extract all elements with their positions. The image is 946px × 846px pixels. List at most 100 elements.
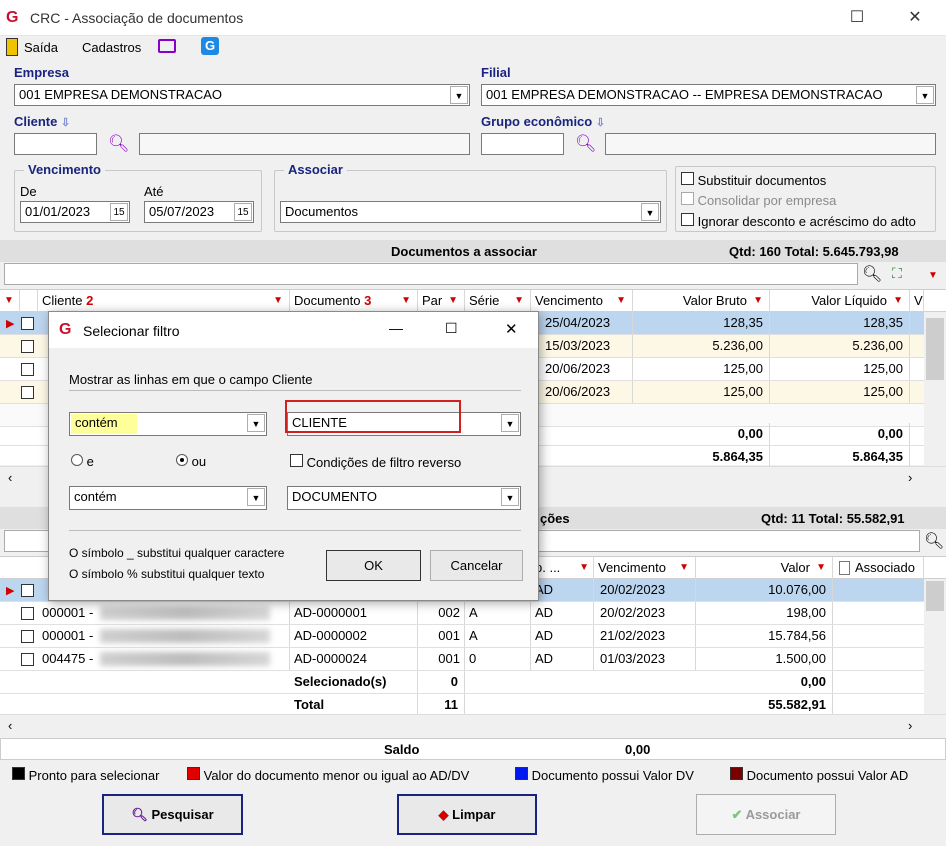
header-valor-bruto[interactable]: Valor Bruto ▼ — [633, 290, 770, 312]
row-checkbox[interactable] — [21, 386, 34, 399]
table-row[interactable]: 000001 - AD-0000002 001 A AD 21/02/2023 … — [0, 625, 924, 648]
value2-select[interactable]: DOCUMENTO ▼ — [287, 486, 521, 510]
chevron-down-icon: ▼ — [641, 203, 659, 221]
filial-select[interactable]: 001 EMPRESA DEMONSTRACAO -- EMPRESA DEMO… — [481, 84, 936, 106]
search-icon[interactable]: 🔍︎ — [862, 264, 882, 284]
menu-saida[interactable]: Saída — [24, 40, 58, 55]
docs-search-input[interactable] — [4, 263, 858, 285]
header-serie[interactable]: Série ▼ — [465, 290, 531, 312]
redacted-name — [100, 652, 270, 666]
header-par[interactable]: Par ▼ — [418, 290, 465, 312]
hint-percent: O símbolo % substitui qualquer texto — [69, 567, 265, 581]
hint-underscore: O símbolo _ substitui qualquer caractere — [69, 546, 285, 560]
consolidar-option[interactable]: Consolidar por empresa — [681, 192, 836, 208]
maximize-button[interactable]: ☐ — [445, 320, 458, 337]
window-title: CRC - Associação de documentos — [30, 10, 244, 26]
app-g-icon[interactable]: G — [201, 37, 219, 55]
row-checkbox[interactable] — [21, 363, 34, 376]
monitor-icon[interactable] — [158, 39, 176, 53]
filter-dialog: G Selecionar filtro — ☐ ✕ Mostrar as lin… — [48, 311, 539, 601]
row-checkbox[interactable] — [21, 584, 34, 597]
current-row-icon: ▶ — [6, 318, 15, 330]
substituir-option[interactable]: Substituir documentos — [681, 172, 826, 188]
highlight-box — [285, 400, 461, 433]
empresa-select[interactable]: 001 EMPRESA DEMONSTRACAO ▼ — [14, 84, 470, 106]
ignorar-option[interactable]: Ignorar desconto e acréscimo do adto — [681, 213, 916, 229]
cliente-code-input[interactable] — [14, 133, 97, 155]
chevron-down-icon: ▼ — [247, 488, 265, 506]
filter-icon[interactable]: ▼ — [0, 290, 20, 312]
horizontal-scrollbar[interactable]: ‹ › — [0, 714, 946, 736]
associar-select[interactable]: Documentos ▼ — [280, 201, 661, 223]
limpar-button[interactable]: ◆ Limpar — [397, 794, 537, 835]
menu-cadastros[interactable]: Cadastros — [82, 40, 141, 55]
header-v[interactable]: V — [910, 290, 924, 312]
adto-summary: Qtd: 11 Total: 55.582,91 — [761, 511, 905, 526]
minimize-button[interactable]: — — [389, 320, 403, 336]
legend-item: Pronto para selecionar — [12, 767, 159, 783]
row-checkbox[interactable] — [21, 317, 34, 330]
dialog-caption: Mostrar as linhas em que o campo Cliente — [69, 372, 313, 387]
saldo-value: 0,00 — [625, 742, 651, 757]
expand-icon[interactable]: ⛶ — [892, 265, 902, 282]
search-icon[interactable]: 🔍︎ — [575, 134, 597, 154]
row-checkbox[interactable] — [21, 630, 34, 643]
chevron-down-icon: ▼ — [916, 86, 934, 104]
operator2-select[interactable]: contém ▼ — [69, 486, 267, 510]
header-associado[interactable]: Associado — [833, 557, 924, 579]
header-tp[interactable]: p. ... ▼ — [531, 557, 594, 579]
scroll-right-icon: › — [908, 718, 913, 733]
close-button[interactable]: ✕ — [900, 6, 930, 30]
docs-grid-header: ▼ Cliente 2 ▼ Documento 3 ▼ Par ▼ Série ▼ Ve… — [0, 290, 946, 312]
search-icon: 🔍︎ — [131, 807, 148, 822]
app-logo-icon: G — [59, 321, 72, 338]
dialog-title: Selecionar filtro — [83, 323, 180, 339]
maximize-button[interactable]: ☐ — [842, 6, 872, 30]
associar-button[interactable]: ✔ Associar — [696, 794, 836, 835]
ate-label: Até — [144, 184, 164, 199]
row-checkbox[interactable] — [21, 340, 34, 353]
radio-ou[interactable]: ou — [176, 454, 206, 469]
vertical-scrollbar[interactable] — [924, 312, 946, 466]
exit-icon — [6, 38, 18, 56]
filial-label: Filial — [481, 65, 511, 80]
check-icon: ✔ — [731, 807, 743, 822]
header-documento[interactable]: Documento 3 ▼ — [290, 290, 418, 312]
saldo-label: Saldo — [384, 742, 420, 757]
title-bar: G CRC - Associação de documentos ☐ ✕ — [0, 0, 946, 36]
table-row[interactable]: 004475 - AD-0000024 001 0 AD 01/03/2023 … — [0, 648, 924, 671]
table-row[interactable]: 000001 - AD-0000001 002 A AD 20/02/2023 … — [0, 602, 924, 625]
radio-e[interactable]: e — [71, 454, 94, 469]
header-cliente[interactable]: Cliente 2 ▼ — [38, 290, 290, 312]
header-vencimento[interactable]: Vencimento ▼ — [531, 290, 633, 312]
header-valor-liquido[interactable]: Valor Líquido ▼ — [770, 290, 910, 312]
header-valor[interactable]: Valor ▼ — [696, 557, 833, 579]
filter-icon[interactable]: ▼ — [928, 270, 938, 281]
row-checkbox[interactable] — [21, 607, 34, 620]
search-icon[interactable]: 🔍︎ — [924, 531, 944, 551]
de-date-input[interactable]: 01/01/2023 15 — [20, 201, 130, 223]
adto-title: ções — [540, 511, 570, 526]
grupo-code-input[interactable] — [481, 133, 564, 155]
vertical-scrollbar[interactable] — [924, 579, 946, 715]
reverse-checkbox[interactable]: Condições de filtro reverso — [290, 454, 461, 470]
dialog-title-bar: G Selecionar filtro — ☐ ✕ — [49, 312, 538, 348]
ate-date-input[interactable]: 05/07/2023 15 — [144, 201, 254, 223]
scroll-left-icon: ‹ — [8, 718, 13, 733]
chevron-down-icon: ▼ — [501, 414, 519, 432]
calendar-icon: 15 — [110, 203, 128, 221]
ok-button[interactable]: OK — [326, 550, 421, 581]
scroll-left-icon: ‹ — [8, 470, 13, 485]
cancel-button[interactable]: Cancelar — [430, 550, 523, 581]
search-icon[interactable]: 🔍︎ — [108, 134, 130, 154]
docs-title: Documentos a associar — [391, 244, 537, 259]
chevron-down-icon: ▼ — [247, 414, 265, 432]
header-vencimento[interactable]: Vencimento ▼ — [594, 557, 696, 579]
cliente-name-input[interactable] — [139, 133, 470, 155]
close-button[interactable]: ✕ — [505, 320, 518, 338]
pesquisar-button[interactable]: 🔍︎ Pesquisar — [102, 794, 243, 835]
grupo-name-input[interactable] — [605, 133, 936, 155]
operator1-select[interactable]: contém ▼ — [69, 412, 267, 436]
row-checkbox[interactable] — [21, 653, 34, 666]
chevron-down-icon: ▼ — [450, 86, 468, 104]
